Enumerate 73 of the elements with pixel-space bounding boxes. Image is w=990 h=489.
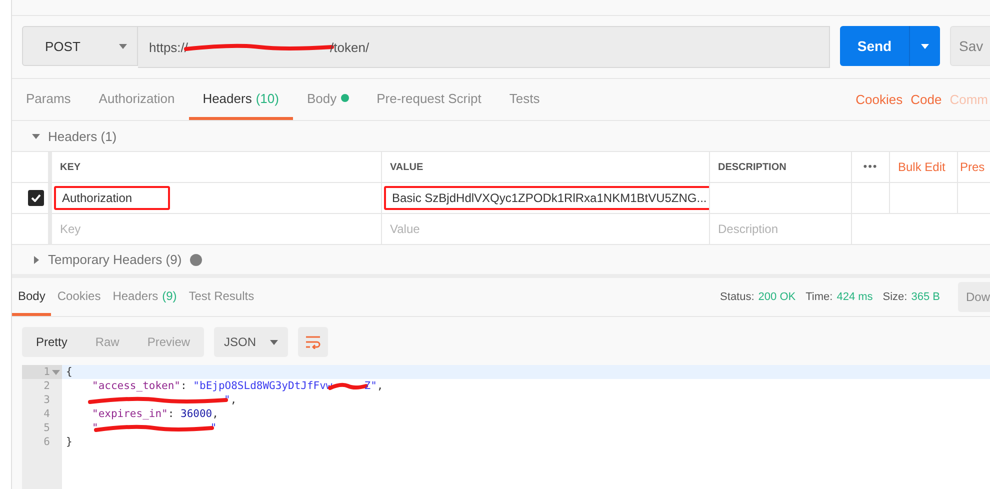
line-number: 3: [22, 393, 62, 407]
save-button[interactable]: Sav: [950, 26, 990, 66]
fold-icon: [52, 368, 60, 376]
headers-section-toggle[interactable]: Headers (1): [12, 121, 990, 151]
caret-icon: [921, 42, 929, 50]
presets-link[interactable]: Pres: [960, 160, 985, 174]
request-link[interactable]: Cookies: [856, 92, 903, 107]
request-tab[interactable]: Tests: [495, 79, 554, 120]
caret-icon: [32, 256, 40, 264]
method-dropdown[interactable]: POST: [22, 26, 138, 66]
time-text: Time: 424 ms: [806, 291, 873, 303]
request-tab[interactable]: Pre-request Script: [362, 79, 496, 120]
request-tab[interactable]: Headers (10): [188, 79, 293, 120]
code-token: :: [180, 379, 188, 393]
line-number: 6: [22, 435, 62, 449]
code-token: :: [168, 407, 176, 421]
column-header: VALUE: [390, 162, 424, 172]
url-text: https://: [149, 40, 188, 54]
caret-icon: [119, 42, 127, 50]
response-tab[interactable]: Body: [12, 278, 52, 316]
code-token: Z": [364, 379, 377, 393]
value-placeholder[interactable]: Value: [390, 222, 420, 236]
line-number: 1: [22, 365, 62, 379]
code-token: "expires_in": [92, 407, 168, 421]
check-icon: [31, 194, 41, 202]
response-tab[interactable]: Headers (9): [106, 278, 183, 316]
url-field[interactable]: https:// /token/: [138, 26, 830, 68]
status-dot-icon: [340, 94, 349, 102]
code-token: ": [210, 421, 217, 435]
caret-icon: [32, 132, 40, 140]
checkbox[interactable]: [28, 190, 44, 206]
status-text: Status: 200 OK: [720, 291, 796, 303]
wrap-lines-button[interactable]: [298, 327, 328, 357]
request-tab[interactable]: Params: [12, 79, 85, 120]
temporary-headers-toggle[interactable]: Temporary Headers (9): [12, 245, 990, 278]
request-tab[interactable]: Authorization: [84, 79, 189, 120]
code-token: "access_token": [92, 379, 181, 393]
view-tab[interactable]: Raw: [81, 327, 134, 357]
code-token: ,: [376, 379, 384, 393]
download-button[interactable]: Dow: [958, 282, 990, 312]
header-key[interactable]: Authorization: [54, 186, 170, 210]
code-token: ,: [212, 407, 218, 421]
code-token: {: [66, 365, 72, 379]
request-tab[interactable]: Body: [292, 79, 363, 120]
column-header: DESCRIPTION: [718, 162, 786, 172]
code-editor[interactable]: 1 { 2 "access_token": "bEjpO8SLd8WG3yDtJfFvw Z", 3 ", 4 "expires_in": 36000, 5 " " 6 }: [22, 365, 990, 489]
code-token: ,: [230, 393, 237, 407]
request-link[interactable]: Code: [910, 92, 942, 107]
header-value[interactable]: Basic SzBjdHdlVXQyc1ZPODk1RlRxa1NKM1BtVU5ZNG...: [384, 186, 709, 210]
wrap-icon: [305, 335, 322, 349]
view-tab[interactable]: Pretty: [22, 327, 82, 357]
view-tab[interactable]: Preview: [133, 327, 204, 357]
format-dropdown[interactable]: JSON: [214, 327, 288, 357]
response-tab[interactable]: Cookies: [51, 278, 107, 316]
more-button[interactable]: •••: [863, 161, 878, 173]
code-token: 36000: [180, 407, 212, 421]
line-number: 2: [22, 379, 62, 393]
code-token: }: [66, 435, 72, 449]
column-header: KEY: [60, 162, 81, 172]
line-number: 4: [22, 407, 62, 421]
size-text: Size: 365 B: [882, 291, 940, 303]
code-token: ": [224, 393, 230, 407]
code-token: ": [92, 421, 98, 435]
key-placeholder[interactable]: Key: [60, 222, 81, 236]
bulk-edit-link[interactable]: Bulk Edit: [898, 160, 946, 174]
line-number: 5: [22, 421, 62, 435]
send-button[interactable]: Send: [840, 26, 910, 66]
code-token: "bEjpO8SLd8WG3yDtJfFvw: [193, 379, 332, 393]
caret-icon: [270, 338, 278, 346]
response-tab[interactable]: Test Results: [182, 278, 260, 316]
info-icon: [190, 254, 202, 266]
url-text: /token/: [330, 40, 370, 54]
description-placeholder[interactable]: Description: [718, 222, 778, 236]
